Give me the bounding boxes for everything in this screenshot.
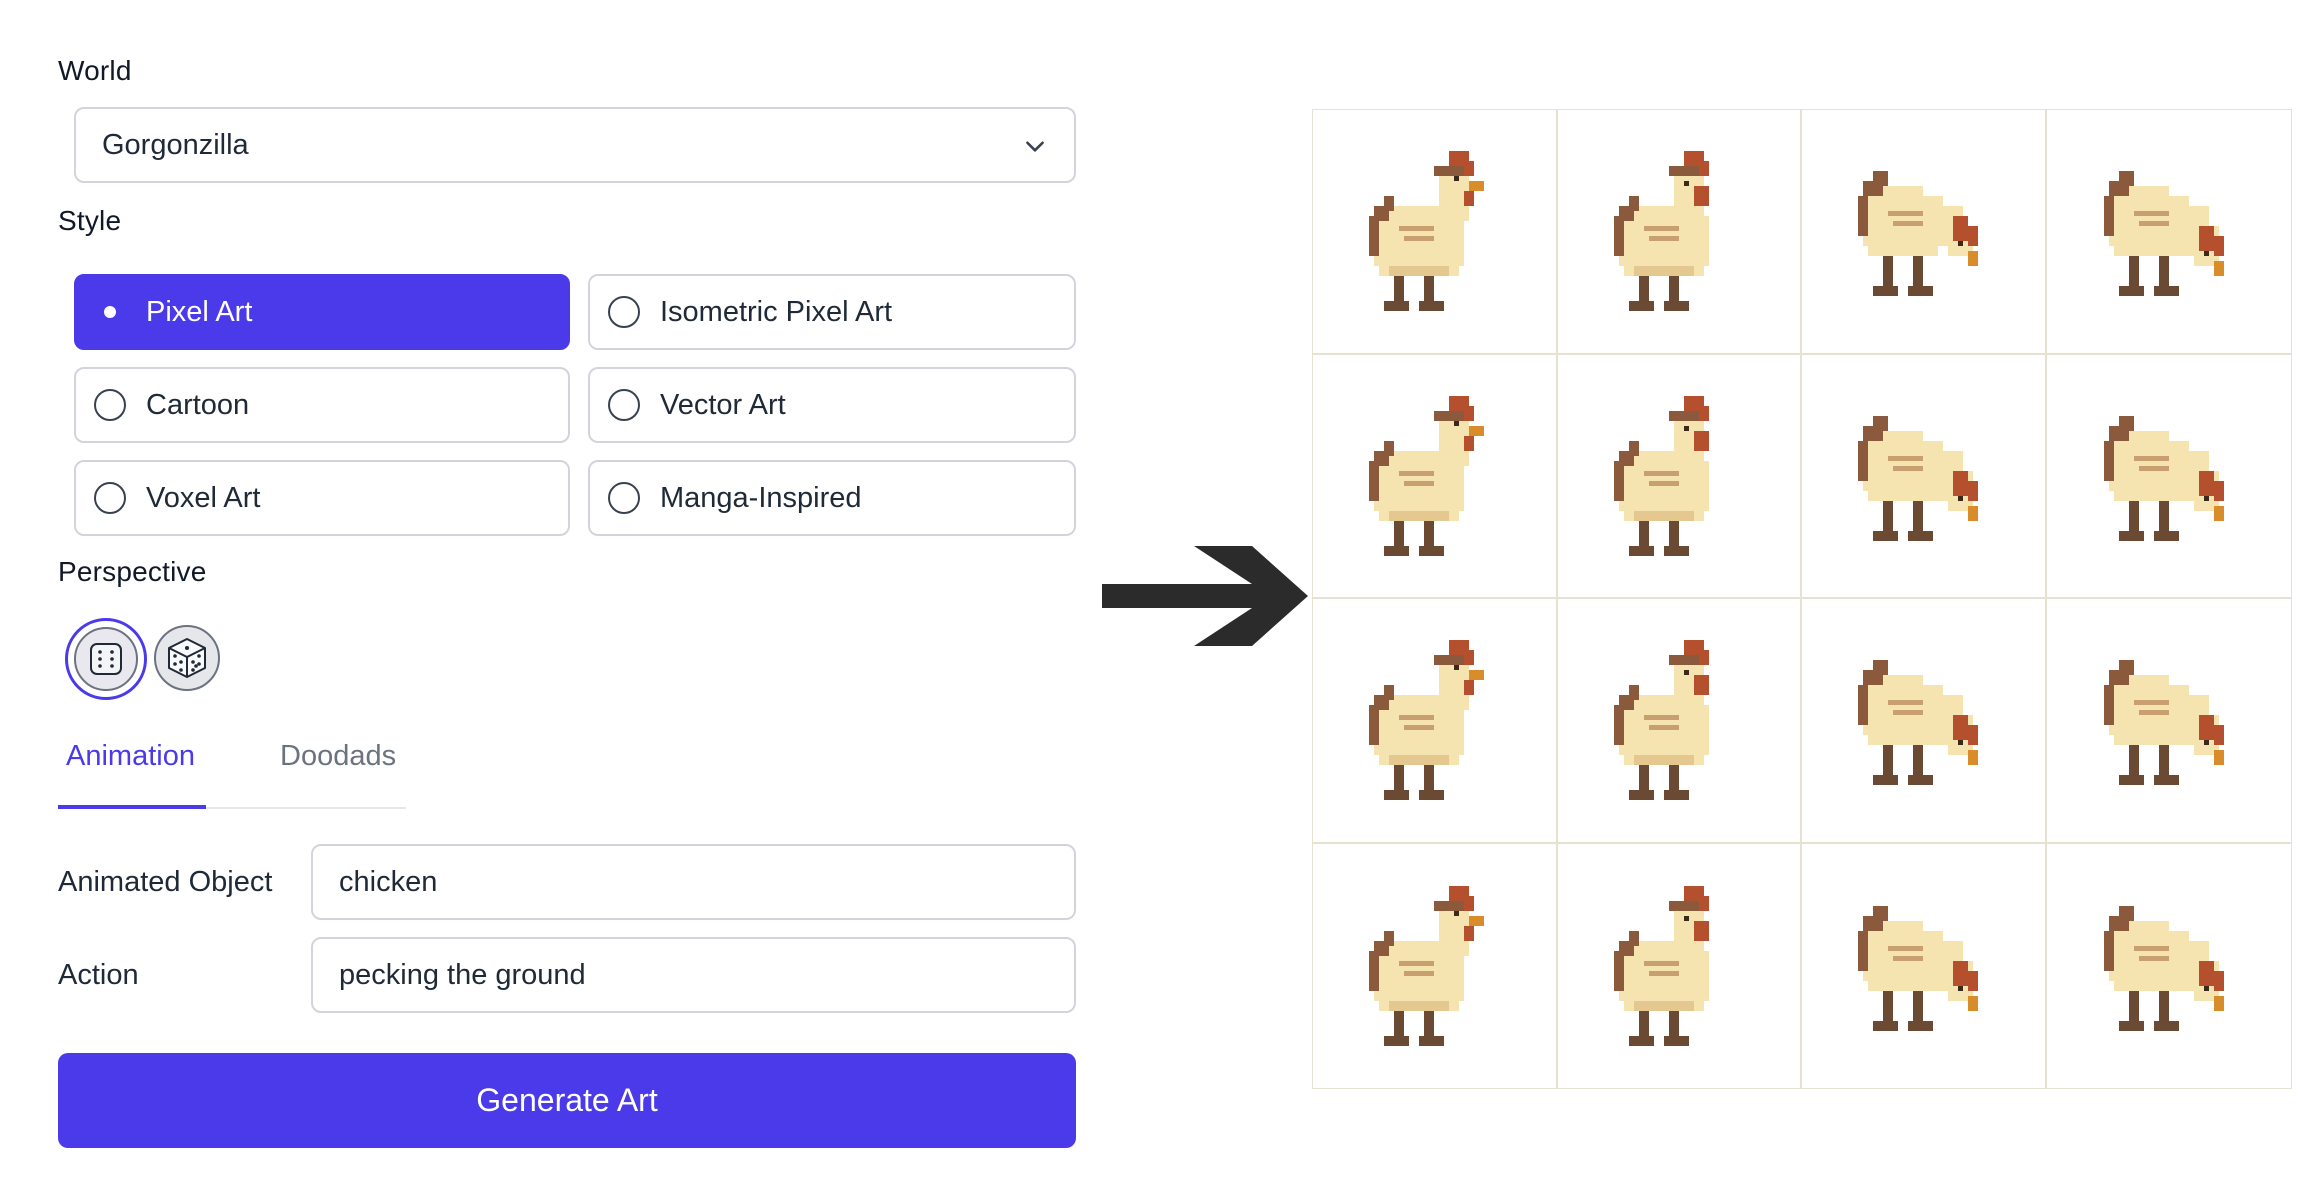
chicken-sprite-icon bbox=[1369, 395, 1485, 556]
sprite-frame bbox=[1313, 354, 1558, 599]
animated-object-input[interactable]: chicken bbox=[311, 844, 1076, 920]
sprite-sheet-grid bbox=[1312, 109, 2292, 1089]
style-option-label: Vector Art bbox=[660, 388, 786, 421]
action-label: Action bbox=[58, 959, 139, 991]
chicken-sprite-icon bbox=[1613, 395, 1709, 556]
radio-unselected-icon bbox=[608, 296, 640, 328]
sprite-frame bbox=[1313, 599, 1558, 844]
animated-object-label: Animated Object bbox=[58, 866, 273, 898]
style-option-isometric-pixel-art[interactable]: Isometric Pixel Art bbox=[588, 274, 1076, 350]
chicken-sprite-icon bbox=[1613, 640, 1709, 801]
radio-unselected-icon bbox=[94, 482, 126, 514]
sprite-frame bbox=[2046, 110, 2291, 355]
chicken-sprite-icon bbox=[1369, 151, 1485, 312]
world-select[interactable]: Gorgonzilla bbox=[74, 107, 1076, 183]
chicken-sprite-icon bbox=[1613, 151, 1709, 312]
chicken-sprite-icon bbox=[1858, 415, 1979, 541]
chicken-sprite-icon bbox=[2103, 415, 2224, 541]
chicken-sprite-icon bbox=[1858, 660, 1979, 786]
radio-unselected-icon bbox=[608, 389, 640, 421]
arrow-right-icon bbox=[1102, 546, 1308, 646]
sprite-frame bbox=[1802, 354, 2047, 599]
style-label: Style bbox=[58, 205, 122, 236]
sprite-frame bbox=[2046, 843, 2291, 1088]
style-option-cartoon[interactable]: Cartoon bbox=[74, 367, 570, 443]
action-value: pecking the ground bbox=[339, 958, 586, 991]
style-option-voxel-art[interactable]: Voxel Art bbox=[74, 460, 570, 536]
chicken-sprite-icon bbox=[1369, 640, 1485, 801]
style-option-label: Manga-Inspired bbox=[660, 481, 862, 514]
sprite-frame bbox=[1557, 110, 1802, 355]
radio-unselected-icon bbox=[94, 389, 126, 421]
radio-unselected-icon bbox=[608, 482, 640, 514]
sprite-frame bbox=[1557, 599, 1802, 844]
sprite-frame bbox=[2046, 354, 2291, 599]
chicken-sprite-icon bbox=[1858, 171, 1979, 297]
style-option-label: Isometric Pixel Art bbox=[660, 295, 893, 328]
sprite-frame bbox=[1802, 843, 2047, 1088]
sprite-frame bbox=[1557, 354, 1802, 599]
generate-art-button[interactable]: Generate Art bbox=[58, 1053, 1076, 1148]
tab-active-indicator bbox=[58, 805, 206, 809]
dice-flat-icon bbox=[90, 643, 122, 675]
sprite-frame bbox=[1802, 599, 2047, 844]
radio-selected-icon bbox=[94, 296, 126, 328]
style-option-label: Cartoon bbox=[146, 388, 250, 421]
chicken-sprite-icon bbox=[2103, 171, 2224, 297]
sprite-frame bbox=[2046, 599, 2291, 844]
sprite-frame bbox=[1313, 843, 1558, 1088]
perspective-isometric-button[interactable] bbox=[154, 625, 220, 691]
style-option-pixel-art[interactable]: Pixel Art bbox=[74, 274, 570, 350]
chevron-down-icon bbox=[1026, 141, 1044, 152]
sprite-frame bbox=[1802, 110, 2047, 355]
world-select-value: Gorgonzilla bbox=[102, 128, 249, 161]
style-option-label: Pixel Art bbox=[146, 295, 253, 328]
world-label: World bbox=[58, 55, 132, 86]
sprite-frame bbox=[1313, 110, 1558, 355]
chicken-sprite-icon bbox=[2103, 905, 2224, 1031]
chicken-sprite-icon bbox=[2103, 660, 2224, 786]
dice-isometric-icon bbox=[168, 638, 206, 678]
tab-animation[interactable]: Animation bbox=[66, 740, 195, 773]
chicken-sprite-icon bbox=[1613, 885, 1709, 1046]
tab-doodads[interactable]: Doodads bbox=[280, 740, 396, 773]
perspective-flat-button[interactable] bbox=[65, 618, 147, 700]
style-option-manga-inspired[interactable]: Manga-Inspired bbox=[588, 460, 1076, 536]
action-input[interactable]: pecking the ground bbox=[311, 937, 1076, 1013]
style-option-label: Voxel Art bbox=[146, 481, 261, 514]
style-option-vector-art[interactable]: Vector Art bbox=[588, 367, 1076, 443]
chicken-sprite-icon bbox=[1858, 905, 1979, 1031]
chicken-sprite-icon bbox=[1369, 885, 1485, 1046]
perspective-label: Perspective bbox=[58, 556, 207, 587]
sprite-frame bbox=[1557, 843, 1802, 1088]
animated-object-value: chicken bbox=[339, 865, 438, 898]
